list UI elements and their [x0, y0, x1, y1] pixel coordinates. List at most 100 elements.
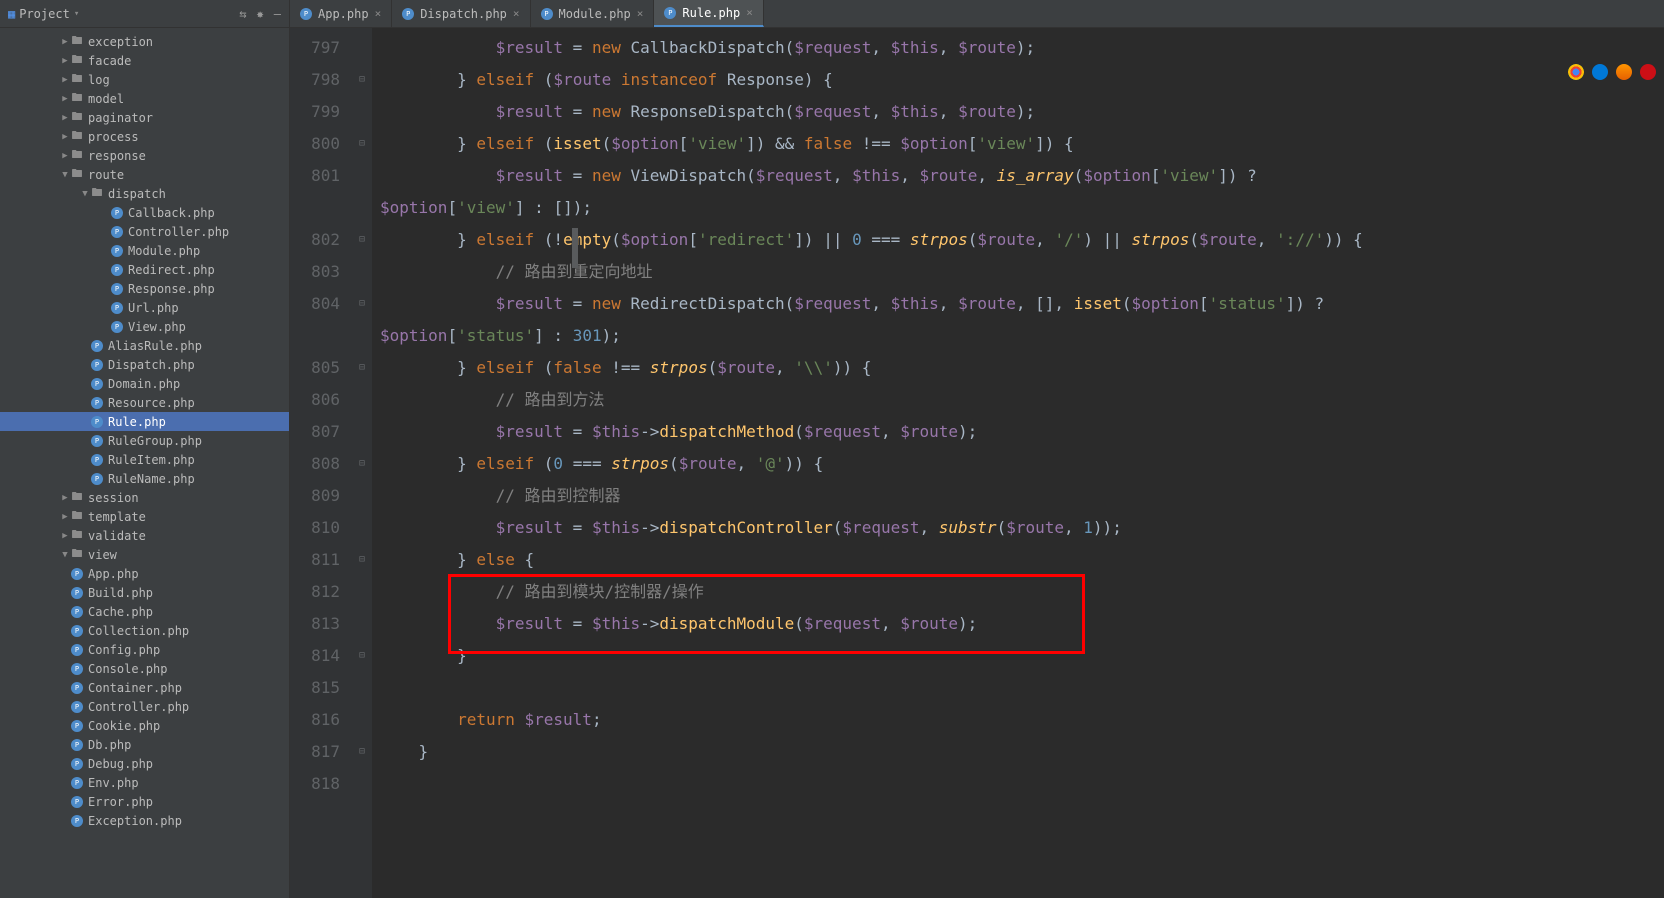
tree-item-validate[interactable]: ▶🖿validate: [0, 526, 289, 545]
tree-arrow-icon[interactable]: ▼: [60, 550, 70, 560]
tree-arrow-icon[interactable]: ▶: [60, 512, 70, 522]
tree-item-ruleitem-php[interactable]: PRuleItem.php: [0, 450, 289, 469]
tree-item-response[interactable]: ▶🖿response: [0, 146, 289, 165]
tree-item-config-php[interactable]: PConfig.php: [0, 640, 289, 659]
tree-item-module-php[interactable]: PModule.php: [0, 241, 289, 260]
tree-item-container-php[interactable]: PContainer.php: [0, 678, 289, 697]
tree-item-cookie-php[interactable]: PCookie.php: [0, 716, 289, 735]
code-line[interactable]: $result = $this->dispatchMethod($request…: [380, 416, 1664, 448]
tree-item-rulename-php[interactable]: PRuleName.php: [0, 469, 289, 488]
tree-item-callback-php[interactable]: PCallback.php: [0, 203, 289, 222]
code-line[interactable]: } else {: [380, 544, 1664, 576]
fold-marker[interactable]: ⊟: [352, 352, 372, 384]
fold-marker[interactable]: ⊟: [352, 288, 372, 320]
tree-item-env-php[interactable]: PEnv.php: [0, 773, 289, 792]
tree-item-cache-php[interactable]: PCache.php: [0, 602, 289, 621]
tree-arrow-icon[interactable]: ▼: [60, 170, 70, 180]
code-line[interactable]: } elseif (isset($option['view']) && fals…: [380, 128, 1664, 160]
tab-app-php[interactable]: PApp.php×: [290, 0, 392, 27]
code-line[interactable]: [380, 768, 1664, 800]
code-line[interactable]: } elseif ($route instanceof Response) {: [380, 64, 1664, 96]
fold-marker[interactable]: ⊟: [352, 128, 372, 160]
tree-arrow-icon[interactable]: ▶: [60, 132, 70, 142]
firefox-icon[interactable]: [1616, 64, 1632, 80]
hide-icon[interactable]: —: [274, 7, 281, 21]
collapse-icon[interactable]: ⇆: [239, 7, 246, 21]
tree-item-log[interactable]: ▶🖿log: [0, 70, 289, 89]
tree-item-redirect-php[interactable]: PRedirect.php: [0, 260, 289, 279]
tree-item-facade[interactable]: ▶🖿facade: [0, 51, 289, 70]
close-icon[interactable]: ×: [513, 7, 520, 20]
tree-arrow-icon[interactable]: ▶: [60, 531, 70, 541]
fold-marker[interactable]: ⊟: [352, 224, 372, 256]
tree-item-exception-php[interactable]: PException.php: [0, 811, 289, 830]
tree-item-domain-php[interactable]: PDomain.php: [0, 374, 289, 393]
tree-item-aliasrule-php[interactable]: PAliasRule.php: [0, 336, 289, 355]
tree-item-exception[interactable]: ▶🖿exception: [0, 32, 289, 51]
code-editor[interactable]: 7977987998008018028038048058068078088098…: [290, 28, 1664, 898]
tree-item-collection-php[interactable]: PCollection.php: [0, 621, 289, 640]
tab-rule-php[interactable]: PRule.php×: [654, 0, 763, 27]
fold-marker[interactable]: ⊟: [352, 544, 372, 576]
code-line[interactable]: $result = new CallbackDispatch($request,…: [380, 32, 1664, 64]
code-line[interactable]: [380, 672, 1664, 704]
tree-item-response-php[interactable]: PResponse.php: [0, 279, 289, 298]
code-line[interactable]: $result = new ViewDispatch($request, $th…: [380, 160, 1664, 192]
settings-icon[interactable]: ✸: [257, 7, 264, 21]
code-line[interactable]: $result = new RedirectDispatch($request,…: [380, 288, 1664, 320]
edge-icon[interactable]: [1592, 64, 1608, 80]
tree-item-process[interactable]: ▶🖿process: [0, 127, 289, 146]
opera-icon[interactable]: [1640, 64, 1656, 80]
tree-item-build-php[interactable]: PBuild.php: [0, 583, 289, 602]
tree-item-dispatch[interactable]: ▼🖿dispatch: [0, 184, 289, 203]
code-line[interactable]: // 路由到模块/控制器/操作: [380, 576, 1664, 608]
tree-item-view-php[interactable]: PView.php: [0, 317, 289, 336]
tree-item-paginator[interactable]: ▶🖿paginator: [0, 108, 289, 127]
tree-arrow-icon[interactable]: ▶: [60, 75, 70, 85]
tree-arrow-icon[interactable]: ▶: [60, 151, 70, 161]
code-area[interactable]: $result = new CallbackDispatch($request,…: [372, 28, 1664, 898]
tree-arrow-icon[interactable]: ▶: [60, 37, 70, 47]
tree-item-template[interactable]: ▶🖿template: [0, 507, 289, 526]
tree-item-resource-php[interactable]: PResource.php: [0, 393, 289, 412]
fold-marker[interactable]: ⊟: [352, 736, 372, 768]
tree-item-session[interactable]: ▶🖿session: [0, 488, 289, 507]
close-icon[interactable]: ×: [375, 7, 382, 20]
tree-arrow-icon[interactable]: ▶: [60, 493, 70, 503]
tree-item-view[interactable]: ▼🖿view: [0, 545, 289, 564]
code-line[interactable]: return $result;: [380, 704, 1664, 736]
code-line[interactable]: } elseif (false !== strpos($route, '\\')…: [380, 352, 1664, 384]
tree-item-controller-php[interactable]: PController.php: [0, 697, 289, 716]
tree-arrow-icon[interactable]: ▼: [80, 189, 90, 199]
tree-item-route[interactable]: ▼🖿route: [0, 165, 289, 184]
tree-item-rulegroup-php[interactable]: PRuleGroup.php: [0, 431, 289, 450]
close-icon[interactable]: ×: [746, 6, 753, 19]
dropdown-arrow-icon[interactable]: ▾: [74, 9, 79, 19]
tree-item-console-php[interactable]: PConsole.php: [0, 659, 289, 678]
tree-item-model[interactable]: ▶🖿model: [0, 89, 289, 108]
code-line[interactable]: $result = $this->dispatchModule($request…: [380, 608, 1664, 640]
tree-item-db-php[interactable]: PDb.php: [0, 735, 289, 754]
tree-item-url-php[interactable]: PUrl.php: [0, 298, 289, 317]
tree-item-app-php[interactable]: PApp.php: [0, 564, 289, 583]
code-line-wrap[interactable]: $option['status'] : 301);: [380, 320, 1664, 352]
code-line[interactable]: // 路由到控制器: [380, 480, 1664, 512]
chrome-icon[interactable]: [1568, 64, 1584, 80]
code-line[interactable]: }: [380, 640, 1664, 672]
tree-item-error-php[interactable]: PError.php: [0, 792, 289, 811]
code-line[interactable]: } elseif (0 === strpos($route, '@')) {: [380, 448, 1664, 480]
tree-item-dispatch-php[interactable]: PDispatch.php: [0, 355, 289, 374]
tree-item-controller-php[interactable]: PController.php: [0, 222, 289, 241]
tree-item-rule-php[interactable]: PRule.php: [0, 412, 289, 431]
project-tree[interactable]: ▶🖿exception▶🖿facade▶🖿log▶🖿model▶🖿paginat…: [0, 28, 289, 898]
tree-arrow-icon[interactable]: ▶: [60, 94, 70, 104]
fold-marker[interactable]: ⊟: [352, 448, 372, 480]
tree-arrow-icon[interactable]: ▶: [60, 56, 70, 66]
sidebar-scrollbar-thumb[interactable]: [572, 228, 578, 268]
fold-marker[interactable]: ⊟: [352, 64, 372, 96]
tree-item-debug-php[interactable]: PDebug.php: [0, 754, 289, 773]
code-line-wrap[interactable]: $option['view'] : []);: [380, 192, 1664, 224]
tab-dispatch-php[interactable]: PDispatch.php×: [392, 0, 530, 27]
fold-marker[interactable]: ⊟: [352, 640, 372, 672]
code-line[interactable]: $result = $this->dispatchController($req…: [380, 512, 1664, 544]
